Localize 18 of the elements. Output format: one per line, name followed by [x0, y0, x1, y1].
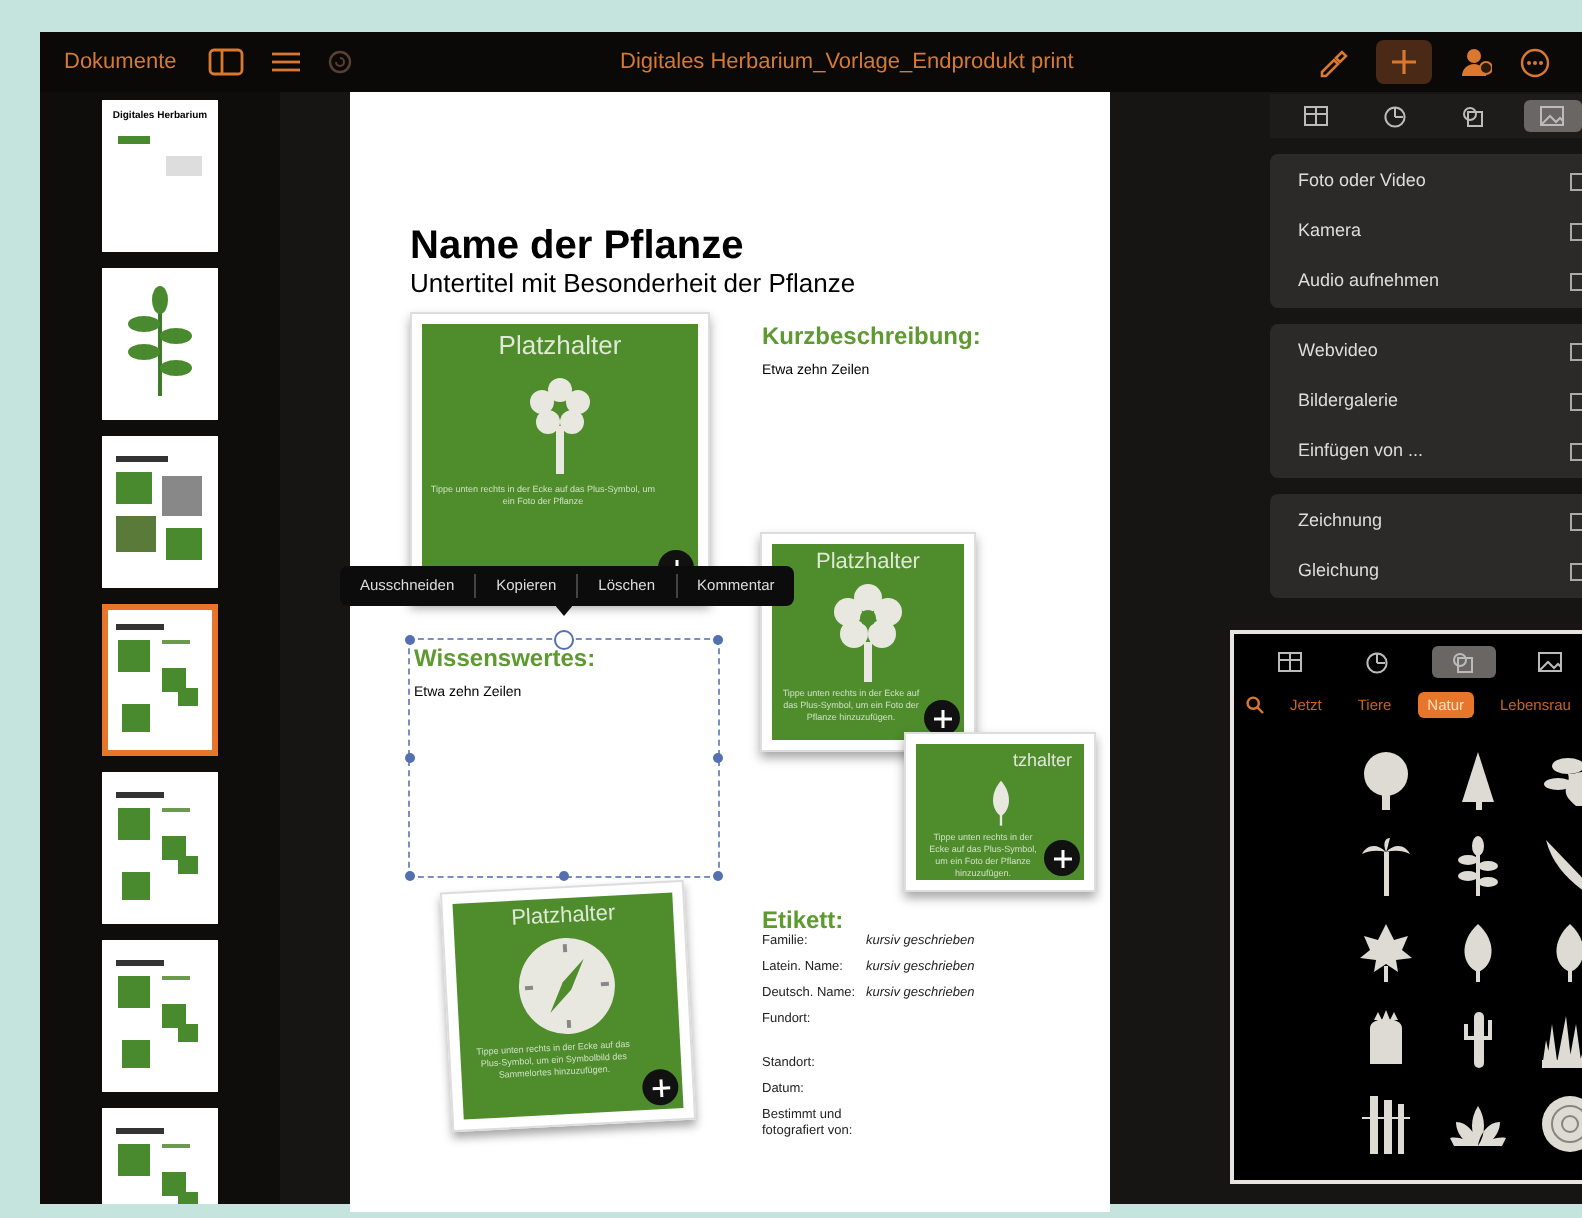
option-label: Einfügen von ...	[1298, 437, 1424, 464]
page-subtitle: Untertitel mit Besonderheit der Pflanze	[410, 270, 856, 296]
option-label: Foto oder Video	[1298, 167, 1426, 194]
section-heading: Wissenswertes:	[414, 646, 596, 670]
option-label: Audio aufnehmen	[1298, 267, 1440, 294]
option-label: Gleichung	[1298, 557, 1380, 584]
option-label: Bildergalerie	[1298, 387, 1399, 414]
label-heading: Etikett:	[762, 908, 844, 932]
placeholder-heading: Platzhalter	[816, 552, 920, 574]
placeholder-heading: tzhalter	[1012, 752, 1074, 770]
document-title: Digitales Herbarium_Vorlage_Endprodukt print	[620, 47, 1074, 78]
placeholder-heading: Platzhalter	[510, 903, 616, 931]
option-label: Webvideo	[1298, 337, 1378, 364]
option-label: Zeichnung	[1298, 507, 1383, 534]
page-title: Name der Pflanze	[410, 226, 744, 266]
placeholder-heading: Platzhalter	[498, 332, 622, 358]
option-label: Kamera	[1298, 217, 1362, 244]
section-heading: Kurzbeschreibung:	[762, 324, 981, 348]
